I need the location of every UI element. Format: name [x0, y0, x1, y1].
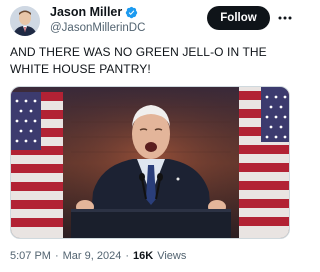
- author-handle[interactable]: @JasonMillerinDC: [50, 22, 145, 34]
- views-label: Views: [157, 250, 187, 262]
- tweet-meta: 5:07 PM · Mar 9, 2024 · 16K Views: [10, 250, 186, 262]
- views-count: 16K: [133, 250, 154, 262]
- post-date[interactable]: Mar 9, 2024: [63, 250, 122, 262]
- avatar[interactable]: [10, 6, 40, 36]
- meta-separator-2: ·: [125, 250, 130, 262]
- tweet-card: Jason Miller @JasonMillerinDC Follow AND…: [0, 0, 300, 272]
- tweet-text: AND THERE WAS NO GREEN JELL-O IN THE WHI…: [10, 45, 267, 76]
- more-options-button[interactable]: [275, 8, 295, 28]
- tweet-photo[interactable]: [10, 86, 290, 239]
- follow-button[interactable]: Follow: [207, 6, 270, 30]
- more-horizontal-icon: [278, 16, 292, 20]
- author-name-row: Jason Miller: [50, 5, 138, 19]
- verified-badge-icon: [126, 6, 138, 18]
- post-time[interactable]: 5:07 PM: [10, 250, 51, 262]
- display-name[interactable]: Jason Miller: [50, 5, 122, 19]
- meta-separator: ·: [54, 250, 59, 262]
- speaker-at-podium-photo: [11, 87, 289, 238]
